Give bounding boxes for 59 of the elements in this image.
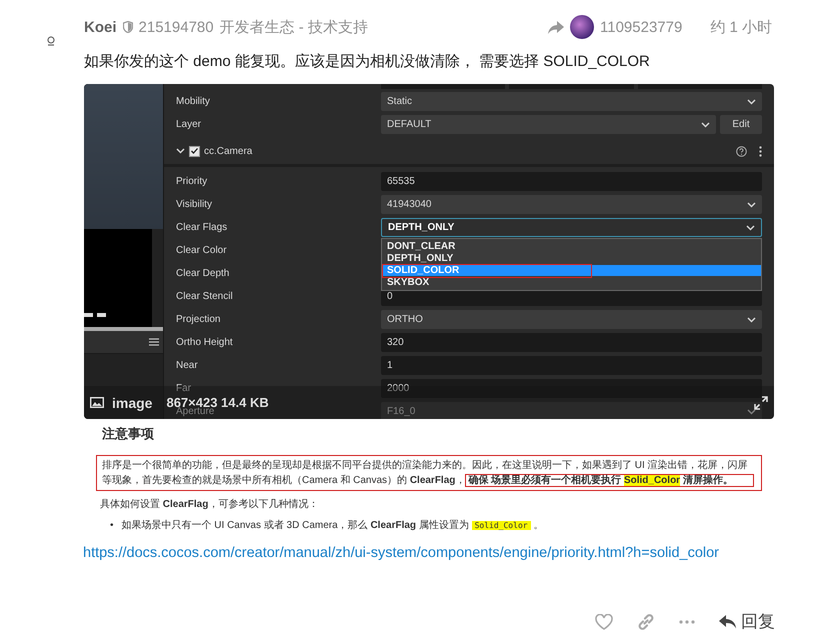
property-label: Far [176, 383, 192, 394]
shield-icon [122, 21, 133, 33]
chevron-icon [747, 316, 756, 322]
expand-icon[interactable] [754, 396, 768, 410]
dropdown-option[interactable]: SKYBOX [382, 277, 761, 288]
edit-button[interactable]: Edit [720, 115, 762, 134]
docs-link[interactable]: https://docs.cocos.com/creator/manual/zh/ui-system/components/engine/priority.html?h=solid_color [83, 545, 720, 561]
dropdown-option[interactable]: DONT_CLEAR [382, 241, 761, 252]
input-field[interactable]: 65535 [381, 172, 762, 191]
doc-bullet: 如果场景中只有一个 UI Canvas 或者 3D Camera，那么 ClearFlag 属性设置为 Solid_Color 。 [122, 519, 544, 533]
chevron-icon [701, 122, 710, 128]
property-label: Clear Color [176, 245, 228, 256]
select-field[interactable]: F16_0 [381, 402, 762, 419]
select-field[interactable]: ORTHO [381, 310, 762, 329]
more-icon[interactable] [759, 146, 762, 156]
select-field[interactable]: Static [381, 92, 762, 111]
doc-text: 具体如何设置 ClearFlag，可参考以下几种情况： [100, 498, 320, 511]
editor-screenshot[interactable] [84, 84, 774, 419]
select-field[interactable]: DEPTH_ONLY [381, 218, 762, 237]
chevron-icon [746, 224, 755, 230]
property-label: Layer [176, 119, 202, 130]
menu-icon[interactable] [149, 338, 159, 346]
property-label: Ortho Height [176, 337, 234, 348]
property-label: Mobility [176, 96, 211, 107]
property-label: Near [176, 360, 199, 371]
post-time: 约 1 小时 [710, 18, 772, 36]
chevron-icon [747, 408, 756, 414]
chevron-icon [747, 98, 756, 104]
property-label: Clear Depth [176, 268, 230, 279]
select-field[interactable]: DEFAULT [381, 115, 716, 134]
user-id: 215194780 [138, 18, 214, 36]
component-title: cc.Camera [204, 146, 252, 156]
avatar-icon [46, 36, 56, 46]
property-label: Clear Flags [176, 222, 228, 233]
image-label: image [112, 394, 152, 410]
bullet-marker: • [110, 519, 114, 533]
user-avatar[interactable] [570, 15, 594, 39]
chevron-icon[interactable] [176, 148, 185, 154]
select-field[interactable]: 41943040 [381, 195, 762, 214]
author-name[interactable]: Koei [84, 18, 117, 36]
property-label: Projection [176, 314, 222, 325]
reply-button[interactable]: 回复 [719, 610, 775, 633]
help-icon[interactable] [736, 146, 747, 156]
input-field[interactable]: 2000 [381, 379, 762, 398]
property-label: Aperture [176, 406, 214, 417]
share-arrow-icon [548, 20, 564, 34]
input-field[interactable]: 1 [381, 356, 762, 375]
chevron-icon [747, 202, 756, 208]
enable-checkbox[interactable] [189, 146, 200, 156]
dropdown-option[interactable]: DEPTH_ONLY [382, 253, 761, 264]
property-label: Clear Stencil [176, 291, 234, 302]
property-label: Visibility [176, 199, 213, 210]
image-icon [90, 397, 104, 408]
input-field[interactable]: 320 [381, 333, 762, 352]
post-text: 如果你发的这个 demo 能复现。应该是因为相机没做清除， 需要选择 SOLID_COLOR [84, 52, 651, 72]
doc-heading: 注意事项 [102, 425, 155, 443]
property-label: Priority [176, 176, 208, 187]
reply-icon [719, 614, 737, 628]
doc-paragraph: 排序是一个很简单的功能，但是最终的呈现却是根据不同平台提供的渲染能力来的。因此，在这里说明一下，如果遇到了 UI 渲染出错，花屏，闪屏等现象，首先要检查的就是场景中所有相机（Camera 和 Canvas）的 ClearFlag， 确保 场景里必须有一个相机要执行 Solid_Color 清屏操作。 [96, 455, 762, 491]
